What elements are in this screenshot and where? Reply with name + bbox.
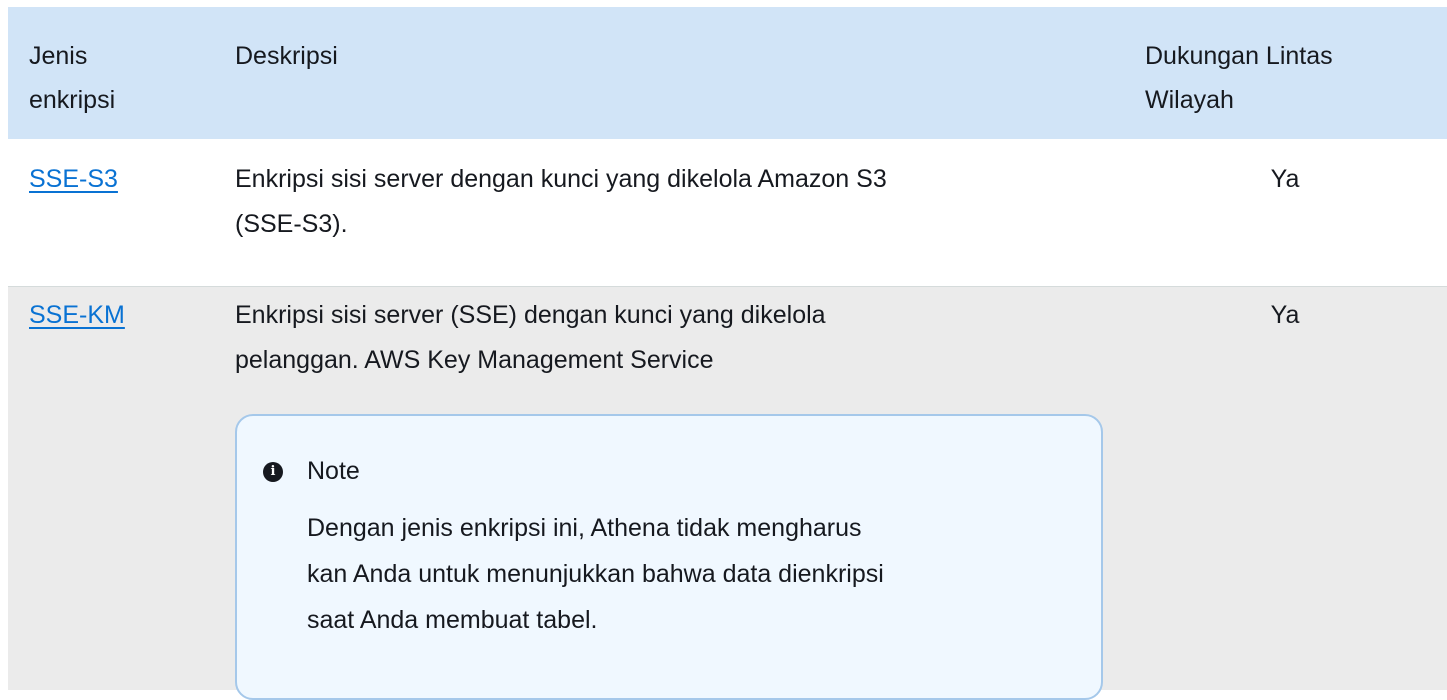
row-description-line1: Enkripsi sisi server (SSE) dengan kunci … [235, 301, 826, 329]
note-body-line2: kan Anda untuk menunjukkan bahwa data di… [307, 560, 884, 588]
note-title: Note [307, 457, 360, 485]
row-description: Enkripsi sisi server dengan kunci yang d… [235, 157, 887, 247]
info-icon: i [263, 462, 283, 482]
row-cross-region-value: Ya [1270, 301, 1300, 329]
header-cross-region-support: Dukungan Lintas Wilayah [1145, 34, 1333, 122]
row-description-line1: Enkripsi sisi server dengan kunci yang d… [235, 165, 887, 193]
table-row: SSE-S3 Enkripsi sisi server dengan kunci… [8, 139, 1447, 287]
header-description: Deskripsi [235, 42, 338, 70]
header-cross-region-line2: Wilayah [1145, 86, 1234, 114]
note-body: Dengan jenis enkripsi ini, Athena tidak … [307, 505, 1077, 643]
table-row: SSE-KM Enkripsi sisi server (SSE) dengan… [8, 287, 1447, 700]
note-callout: i Note Dengan jenis enkripsi ini, Athena… [235, 414, 1103, 700]
sse-s3-link[interactable]: SSE-S3 [29, 157, 118, 202]
row-description: Enkripsi sisi server (SSE) dengan kunci … [235, 293, 826, 383]
header-encryption-type-line2: enkripsi [29, 86, 116, 114]
header-encryption-type-line1: Jenis [29, 42, 88, 70]
row-description-line2: pelanggan. AWS Key Management Service [235, 346, 714, 374]
row-description-line2: (SSE-S3). [235, 210, 348, 238]
note-body-line3: saat Anda membuat tabel. [307, 606, 598, 634]
sse-km-link[interactable]: SSE-KM [29, 293, 125, 338]
header-encryption-type: Jenis enkripsi [29, 34, 115, 122]
encryption-table: Jenis enkripsi Deskripsi Dukungan Lintas… [8, 7, 1447, 700]
row-cross-region-value: Ya [1270, 165, 1300, 193]
table-header: Jenis enkripsi Deskripsi Dukungan Lintas… [8, 7, 1447, 139]
header-cross-region-line1: Dukungan Lintas [1145, 42, 1333, 70]
note-body-line1: Dengan jenis enkripsi ini, Athena tidak … [307, 514, 862, 542]
